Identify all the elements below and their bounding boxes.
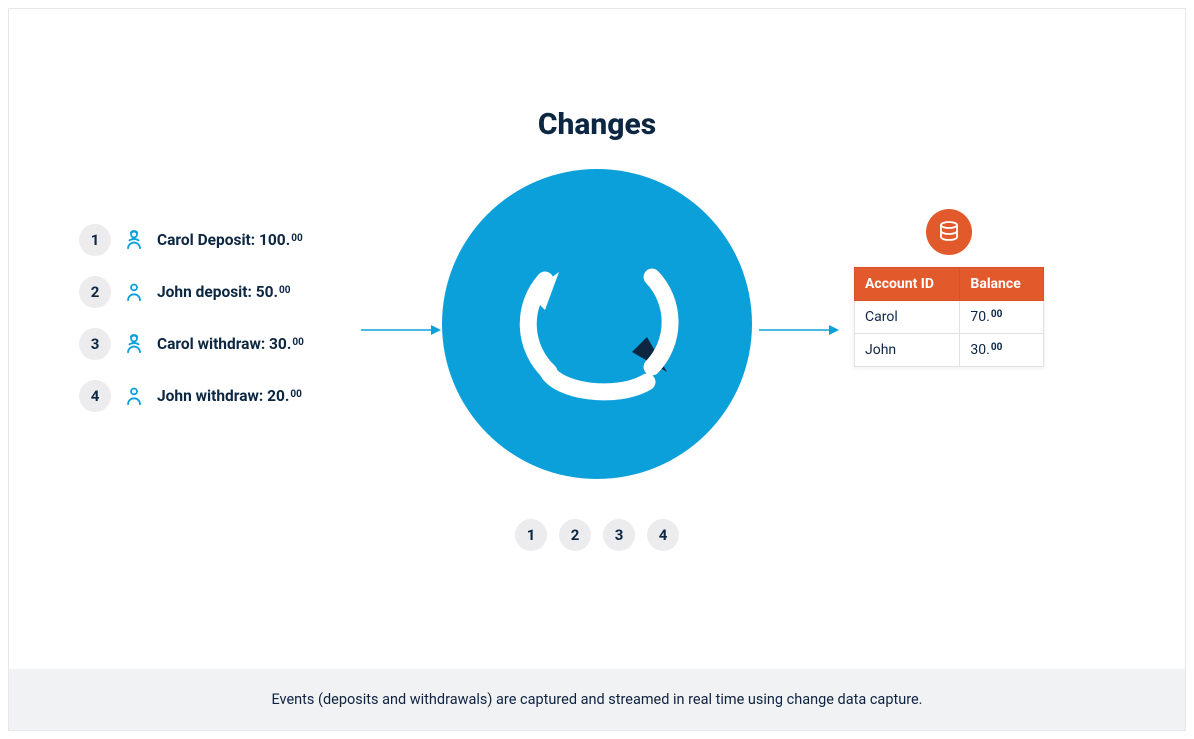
diagram-main: Changes 1 Carol Deposit: 100.00 2 John d… xyxy=(9,9,1185,669)
events-list: 1 Carol Deposit: 100.00 2 John deposit: … xyxy=(79,224,304,432)
event-row: 4 John withdraw: 20.00 xyxy=(79,380,304,412)
diagram-title: Changes xyxy=(538,107,656,142)
arrow-right-icon xyxy=(759,323,839,325)
event-number-badge: 4 xyxy=(79,380,111,412)
table-row: John 30.00 xyxy=(855,334,1044,367)
step-badge: 4 xyxy=(647,519,679,551)
table-header-row: Account ID Balance xyxy=(855,268,1044,301)
event-label: John withdraw: 20.00 xyxy=(157,387,302,405)
step-badge: 1 xyxy=(515,519,547,551)
event-label: John deposit: 50.00 xyxy=(157,283,291,301)
step-badge: 2 xyxy=(559,519,591,551)
database-icon xyxy=(926,209,972,255)
col-account-id: Account ID xyxy=(855,268,960,301)
cell-balance: 30.00 xyxy=(960,334,1044,367)
cell-account-id: Carol xyxy=(855,301,960,334)
person-male-icon xyxy=(123,281,145,303)
caption-bar: Events (deposits and withdrawals) are ca… xyxy=(9,669,1185,730)
event-row: 2 John deposit: 50.00 xyxy=(79,276,304,308)
person-female-icon xyxy=(123,333,145,355)
person-female-icon xyxy=(123,229,145,251)
database-block: Account ID Balance Carol 70.00 John 30.0… xyxy=(849,209,1049,367)
cell-account-id: John xyxy=(855,334,960,367)
change-arrows-icon xyxy=(497,222,697,426)
event-row: 3 Carol withdraw: 30.00 xyxy=(79,328,304,360)
cell-balance: 70.00 xyxy=(960,301,1044,334)
event-number-badge: 3 xyxy=(79,328,111,360)
arrow-right-icon xyxy=(361,323,441,325)
event-label: Carol withdraw: 30.00 xyxy=(157,335,304,353)
event-number-badge: 2 xyxy=(79,276,111,308)
table-row: Carol 70.00 xyxy=(855,301,1044,334)
step-badge: 3 xyxy=(603,519,635,551)
col-balance: Balance xyxy=(960,268,1044,301)
diagram-frame: Changes 1 Carol Deposit: 100.00 2 John d… xyxy=(8,8,1186,731)
event-row: 1 Carol Deposit: 100.00 xyxy=(79,224,304,256)
event-label: Carol Deposit: 100.00 xyxy=(157,231,303,249)
balance-table: Account ID Balance Carol 70.00 John 30.0… xyxy=(854,267,1044,367)
event-number-badge: 1 xyxy=(79,224,111,256)
change-process-circle xyxy=(442,169,752,479)
steps-indicator: 1 2 3 4 xyxy=(515,519,679,551)
person-male-icon xyxy=(123,385,145,407)
